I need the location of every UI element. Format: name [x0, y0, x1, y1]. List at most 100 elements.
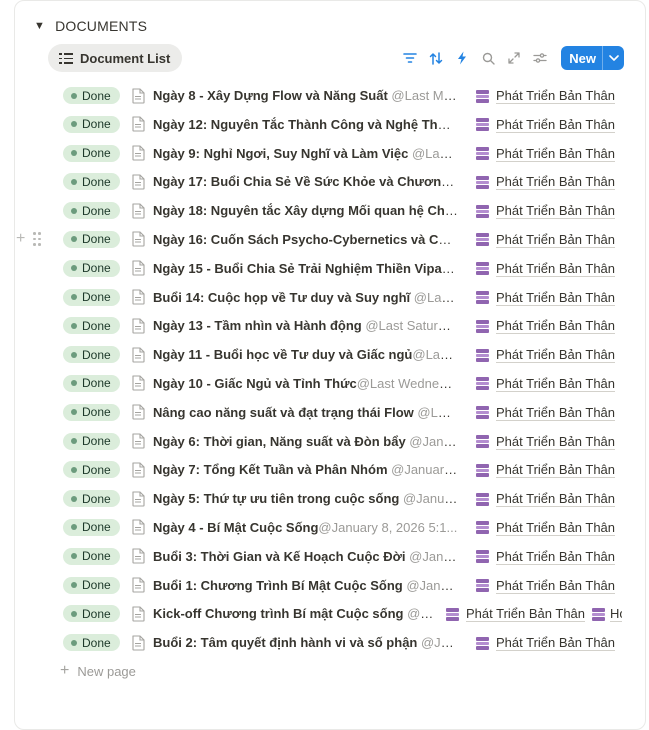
new-button[interactable]: New: [561, 46, 624, 70]
relation-tag-extra[interactable]: Hợ: [592, 606, 622, 623]
new-page-button[interactable]: + New page: [60, 661, 136, 681]
date-mention[interactable]: @J...: [403, 606, 435, 621]
list-item[interactable]: Done Buổi 1: Chương Trình Bí Mật Cuộc Sốn…: [0, 571, 649, 600]
row-title-link[interactable]: Ngày 11 - Buổi học về Tư duy và Giấc ngủ…: [153, 347, 458, 362]
relation-tag[interactable]: Phát Triển Bản Thân: [476, 232, 616, 248]
search-icon[interactable]: [477, 47, 499, 69]
date-mention[interactable]: @Last T...: [412, 347, 458, 362]
status-badge[interactable]: Done: [63, 576, 120, 594]
date-mention[interactable]: @Januar...: [403, 578, 458, 593]
list-item[interactable]: Done Ngày 4 - Bí Mật Cuộc Sống@January 8,…: [0, 513, 649, 542]
relation-tag[interactable]: Phát Triển Bản Thân: [476, 462, 616, 479]
list-item[interactable]: Done Ngày 5: Thứ tự ưu tiên trong cuộc số…: [0, 484, 649, 513]
list-item[interactable]: Done Ngày 8 - Xây Dựng Flow và Năng Suất …: [0, 81, 649, 110]
list-item[interactable]: Done Ngày 12: Nguyên Tắc Thành Công và Ng…: [0, 110, 649, 139]
status-badge[interactable]: Done: [63, 518, 120, 536]
row-title-link[interactable]: Ngày 9: Nghỉ Ngơi, Suy Nghĩ và Làm Việc …: [153, 146, 458, 161]
status-badge[interactable]: Done: [63, 259, 120, 277]
row-title-link[interactable]: Ngày 6: Thời gian, Năng suất và Đòn bẩy …: [153, 434, 458, 449]
list-item[interactable]: Done Nâng cao năng suất và đạt trạng thái…: [0, 398, 649, 427]
filter-icon[interactable]: [399, 47, 421, 69]
drag-handle-icon[interactable]: [33, 232, 41, 246]
date-mention[interactable]: @Jan...: [417, 635, 458, 650]
date-mention[interactable]: @Last S...: [410, 290, 458, 305]
date-mention[interactable]: @Januar...: [406, 549, 458, 564]
relation-tag[interactable]: Phát Triển Bản Thân: [476, 491, 616, 508]
settings-icon[interactable]: [529, 47, 551, 69]
status-badge[interactable]: Done: [63, 432, 120, 450]
relation-tag[interactable]: Phát Triển Bản Thân: [476, 88, 616, 104]
list-item[interactable]: + Done Ngày 16: Cuốn Sách Psycho-Cyberneti…: [0, 225, 649, 254]
relation-tag[interactable]: Phát Triển Bản Thân: [476, 318, 616, 335]
row-title-link[interactable]: Buổi 14: Cuộc họp về Tư duy và Suy nghĩ …: [153, 290, 458, 305]
list-item[interactable]: Done Ngày 17: Buổi Chia Sẻ Về Sức Khỏe và…: [0, 167, 649, 196]
relation-tag[interactable]: Phát Triển Bản Thân: [476, 635, 616, 652]
date-mention[interactable]: @Januar...: [399, 491, 458, 506]
status-badge[interactable]: Done: [63, 605, 120, 623]
list-item[interactable]: Done Ngày 13 - Tầm nhìn và Hành động @Las…: [0, 311, 649, 340]
relation-tag[interactable]: Phát Triển Bản Thân: [476, 117, 616, 133]
list-item[interactable]: Done Ngày 15 - Buổi Chia Sẻ Trải Nghiệm T…: [0, 254, 649, 283]
list-item[interactable]: Done Kick-off Chương trình Bí mật Cuộc số…: [0, 599, 649, 628]
relation-tag[interactable]: Phát Triển Bản Thân: [476, 261, 616, 277]
status-badge[interactable]: Done: [63, 230, 120, 248]
list-item[interactable]: Done Ngày 9: Nghỉ Ngơi, Suy Nghĩ và Làm V…: [0, 139, 649, 168]
row-title-link[interactable]: Ngày 13 - Tầm nhìn và Hành động @Last Sa…: [153, 318, 458, 333]
relation-tag[interactable]: Phát Triển Bản Thân Hợ: [446, 606, 622, 623]
row-title-link[interactable]: Ngày 12: Nguyên Tắc Thành Công và Nghệ T…: [153, 117, 458, 132]
row-title-link[interactable]: Ngày 10 - Giấc Ngủ và Tỉnh Thức@Last Wed…: [153, 376, 458, 391]
date-mention[interactable]: @Last...: [414, 405, 458, 420]
status-badge[interactable]: Done: [63, 346, 120, 364]
relation-tag[interactable]: Phát Triển Bản Thân: [476, 520, 616, 536]
list-item[interactable]: Done Ngày 7: Tổng Kết Tuần và Phân Nhóm @…: [0, 455, 649, 484]
date-mention[interactable]: @Last Mo...: [388, 88, 458, 103]
view-tab-document-list[interactable]: Document List: [48, 44, 183, 72]
row-title-link[interactable]: Ngày 7: Tổng Kết Tuần và Phân Nhóm @Janu…: [153, 462, 458, 477]
chevron-down-icon[interactable]: [602, 46, 624, 70]
relation-tag[interactable]: Phát Triển Bản Thân: [476, 376, 616, 392]
status-badge[interactable]: Done: [63, 490, 120, 508]
row-title-link[interactable]: Kick-off Chương trình Bí mật Cuộc sống @…: [153, 606, 435, 621]
section-header[interactable]: ▼ DOCUMENTS: [34, 15, 147, 37]
status-badge[interactable]: Done: [63, 173, 120, 191]
relation-tag[interactable]: Phát Triển Bản Thân: [476, 347, 616, 364]
row-title-link[interactable]: Ngày 18: Nguyên tắc Xây dựng Mối quan hệ…: [153, 203, 458, 218]
list-item[interactable]: Done Ngày 18: Nguyên tắc Xây dựng Mối qua…: [0, 196, 649, 225]
row-title-link[interactable]: Ngày 16: Cuốn Sách Psycho-Cybernetics và…: [153, 232, 458, 247]
list-item[interactable]: Done Buổi 14: Cuộc họp về Tư duy và Suy n…: [0, 283, 649, 312]
date-mention[interactable]: @January 8, 2026 5:1...: [318, 520, 457, 535]
new-button-label[interactable]: New: [561, 46, 602, 70]
date-mention[interactable]: @Last Wednesd...: [357, 376, 458, 391]
row-title-link[interactable]: Ngày 17: Buổi Chia Sẻ Về Sức Khỏe và Chư…: [153, 174, 458, 189]
relation-tag[interactable]: Phát Triển Bản Thân: [476, 290, 616, 306]
row-title-link[interactable]: Ngày 15 - Buổi Chia Sẻ Trải Nghiệm Thiền…: [153, 261, 458, 276]
relation-tag[interactable]: Phát Triển Bản Thân: [476, 146, 616, 162]
status-badge[interactable]: Done: [63, 144, 120, 162]
add-row-icon[interactable]: +: [16, 230, 25, 248]
row-title-link[interactable]: Buổi 1: Chương Trình Bí Mật Cuộc Sống @J…: [153, 578, 458, 593]
list-item[interactable]: Done Buổi 3: Thời Gian và Kế Hoạch Cuộc Đ…: [0, 542, 649, 571]
status-badge[interactable]: Done: [63, 115, 120, 133]
status-badge[interactable]: Done: [63, 87, 120, 104]
list-item[interactable]: Done Ngày 10 - Giấc Ngủ và Tỉnh Thức@Last…: [0, 369, 649, 398]
row-title-link[interactable]: Nâng cao năng suất và đạt trạng thái Flo…: [153, 405, 458, 420]
relation-tag[interactable]: Phát Triển Bản Thân: [476, 405, 616, 421]
status-badge[interactable]: Done: [63, 403, 120, 421]
status-badge[interactable]: Done: [63, 317, 120, 335]
status-badge[interactable]: Done: [63, 634, 120, 652]
relation-tag[interactable]: Phát Triển Bản Thân: [476, 578, 616, 594]
row-title-link[interactable]: Ngày 8 - Xây Dựng Flow và Năng Suất @Las…: [153, 88, 458, 103]
row-title-link[interactable]: Ngày 5: Thứ tự ưu tiên trong cuộc sống @…: [153, 491, 458, 506]
date-mention[interactable]: @January ...: [388, 462, 458, 477]
row-title-link[interactable]: Ngày 4 - Bí Mật Cuộc Sống@January 8, 202…: [153, 520, 458, 535]
relation-tag[interactable]: Phát Triển Bản Thân: [476, 549, 616, 565]
status-badge[interactable]: Done: [63, 374, 120, 392]
date-mention[interactable]: @Janua...: [406, 434, 458, 449]
sort-icon[interactable]: [425, 47, 447, 69]
expand-icon[interactable]: [503, 47, 525, 69]
date-mention[interactable]: @Last Saturda...: [362, 318, 458, 333]
relation-tag[interactable]: Phát Triển Bản Thân: [476, 174, 616, 191]
relation-tag[interactable]: Phát Triển Bản Thân: [476, 203, 616, 220]
list-item[interactable]: Done Ngày 11 - Buổi học về Tư duy và Giấc…: [0, 340, 649, 369]
date-mention[interactable]: @Last ...: [408, 146, 458, 161]
